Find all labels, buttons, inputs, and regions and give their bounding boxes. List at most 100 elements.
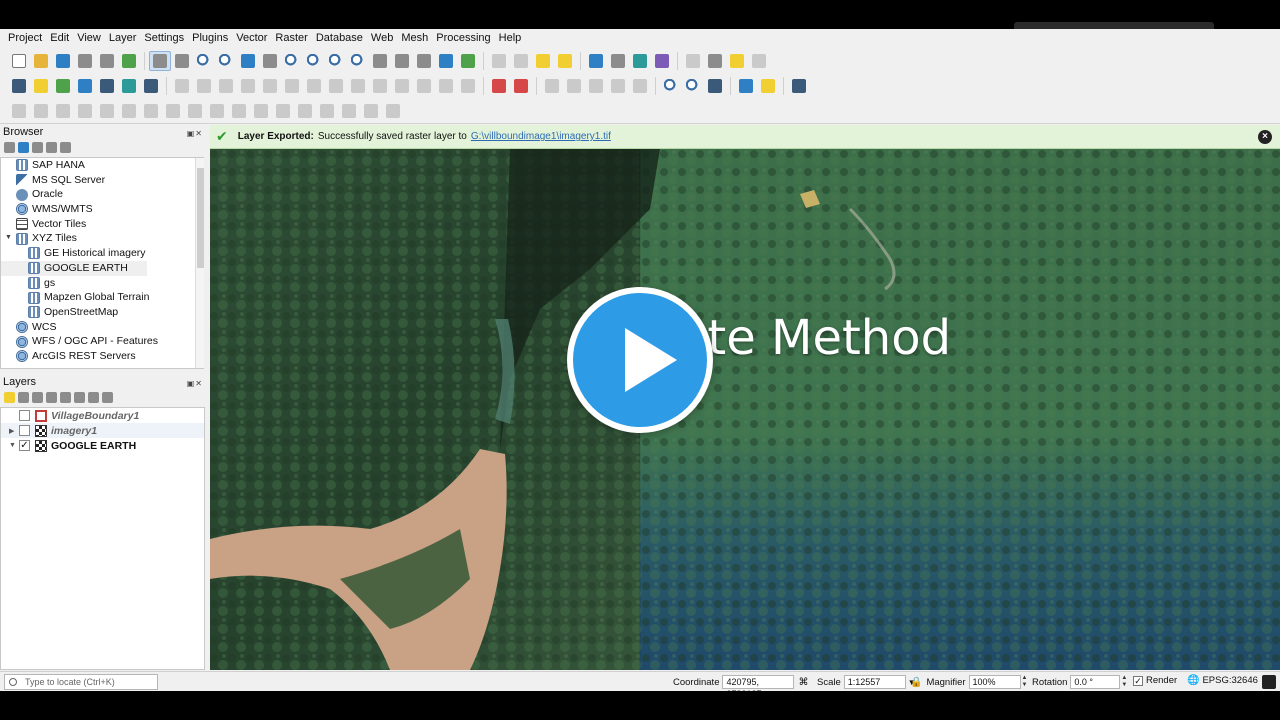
tb1-tool-0-icon[interactable] (8, 51, 30, 71)
tb1-tool-33-icon[interactable] (682, 51, 704, 71)
crs-label[interactable]: EPSG:32646 (1202, 675, 1257, 686)
tb2-tool-29-icon[interactable] (607, 76, 629, 96)
toggle-extents-icon[interactable]: ⌘ (798, 677, 808, 688)
tb1-tool-15-icon[interactable] (325, 51, 347, 71)
tb2-tool-9-icon[interactable] (193, 76, 215, 96)
tb2-tool-4-icon[interactable] (96, 76, 118, 96)
tb2-tool-28-icon[interactable] (585, 76, 607, 96)
chevron-down-icon[interactable]: ▼ (5, 231, 12, 246)
layer-row[interactable]: VillageBoundary1 (1, 408, 204, 423)
play-button[interactable] (567, 287, 713, 433)
coordinate-field[interactable]: 420795, 2783127 (722, 675, 795, 699)
tb1-tool-7-icon[interactable] (149, 51, 171, 71)
tb3-tool-5-icon[interactable] (118, 101, 140, 121)
tb1-tool-5-icon[interactable] (118, 51, 140, 71)
browser-item[interactable]: MS SQL Server (1, 173, 203, 188)
tb2-tool-19-icon[interactable] (413, 76, 435, 96)
layer-visibility-checkbox[interactable] (19, 425, 30, 436)
chevron-down-icon[interactable]: ▼ (9, 442, 19, 449)
browser-item[interactable]: GE Historical imagery (1, 246, 203, 261)
tb1-tool-34-icon[interactable] (704, 51, 726, 71)
tb1-tool-10-icon[interactable] (215, 51, 237, 71)
browser-item[interactable]: Mapzen Global Terrain (1, 290, 203, 305)
satellite-imagery[interactable] (210, 149, 1280, 670)
collapse-all-icon[interactable] (46, 141, 57, 153)
tb2-tool-36-icon[interactable] (735, 76, 757, 96)
tb2-tool-1-icon[interactable] (30, 76, 52, 96)
tb1-tool-3-icon[interactable] (74, 51, 96, 71)
chevron-right-icon[interactable]: ▶ (9, 427, 19, 435)
tb1-tool-35-icon[interactable] (726, 51, 748, 71)
style-icon[interactable] (4, 391, 15, 403)
tb2-tool-23-icon[interactable] (488, 76, 510, 96)
browser-item[interactable]: WCS (1, 320, 203, 335)
tb2-tool-12-icon[interactable] (259, 76, 281, 96)
tb3-tool-4-icon[interactable] (96, 101, 118, 121)
browser-item[interactable]: ArcGIS REST Servers (1, 349, 203, 364)
filter-icon[interactable] (32, 141, 43, 153)
tb1-tool-8-icon[interactable] (171, 51, 193, 71)
tb2-tool-15-icon[interactable] (325, 76, 347, 96)
tb2-tool-6-icon[interactable] (140, 76, 162, 96)
tb1-tool-23-icon[interactable] (488, 51, 510, 71)
menu-layer[interactable]: Layer (105, 29, 141, 48)
tb1-tool-26-icon[interactable] (554, 51, 576, 71)
tb1-tool-21-icon[interactable] (457, 51, 479, 71)
tb2-tool-20-icon[interactable] (435, 76, 457, 96)
message-log-icon[interactable] (1262, 675, 1276, 689)
tb1-tool-24-icon[interactable] (510, 51, 532, 71)
menu-plugins[interactable]: Plugins (188, 29, 232, 48)
magnifier-field[interactable]: 100% (968, 675, 1021, 689)
tb2-tool-11-icon[interactable] (237, 76, 259, 96)
tb3-tool-7-icon[interactable] (162, 101, 184, 121)
browser-scrollbar[interactable] (195, 158, 204, 368)
tb3-tool-6-icon[interactable] (140, 101, 162, 121)
menu-web[interactable]: Web (367, 29, 397, 48)
tb2-tool-8-icon[interactable] (171, 76, 193, 96)
menu-project[interactable]: Project (4, 29, 46, 48)
menu-vector[interactable]: Vector (232, 29, 271, 48)
tb1-tool-12-icon[interactable] (259, 51, 281, 71)
remove-layer-icon[interactable] (102, 391, 113, 403)
browser-item[interactable]: GOOGLE EARTH (1, 260, 147, 276)
filter-expression-icon[interactable] (60, 391, 71, 403)
panel-float-close-icon[interactable]: ▣✕ (187, 377, 203, 391)
tb3-tool-16-icon[interactable] (360, 101, 382, 121)
tb1-tool-13-icon[interactable] (281, 51, 303, 71)
message-file-link[interactable]: G:\villboundimage1\imagery1.tif (471, 131, 611, 142)
tb1-tool-16-icon[interactable] (347, 51, 369, 71)
close-icon[interactable]: × (1258, 130, 1272, 144)
panel-float-close-icon[interactable]: ▣✕ (187, 127, 203, 141)
tb2-tool-32-icon[interactable] (660, 76, 682, 96)
tb1-tool-18-icon[interactable] (391, 51, 413, 71)
layer-visibility-checkbox[interactable] (19, 410, 30, 421)
tb3-tool-9-icon[interactable] (206, 101, 228, 121)
tb2-tool-3-icon[interactable] (74, 76, 96, 96)
magnifier-spinner[interactable]: ▲ ▼ (1022, 675, 1030, 689)
tb3-tool-13-icon[interactable] (294, 101, 316, 121)
tb2-tool-17-icon[interactable] (369, 76, 391, 96)
tb3-tool-8-icon[interactable] (184, 101, 206, 121)
tb2-tool-33-icon[interactable] (682, 76, 704, 96)
tb2-tool-37-icon[interactable] (757, 76, 779, 96)
tb2-tool-5-icon[interactable] (118, 76, 140, 96)
tb1-tool-11-icon[interactable] (237, 51, 259, 71)
add-group-icon[interactable] (18, 391, 29, 403)
browser-item[interactable]: OpenStreetMap (1, 305, 203, 320)
tb1-tool-29-icon[interactable] (607, 51, 629, 71)
render-checkbox[interactable]: ✓ (1133, 675, 1143, 686)
tb1-tool-17-icon[interactable] (369, 51, 391, 71)
tb1-tool-28-icon[interactable] (585, 51, 607, 71)
rotation-field[interactable]: 0.0 ° (1070, 675, 1121, 689)
tb2-tool-30-icon[interactable] (629, 76, 651, 96)
tb2-tool-14-icon[interactable] (303, 76, 325, 96)
browser-item[interactable]: gs (1, 276, 203, 291)
menu-edit[interactable]: Edit (46, 29, 73, 48)
tb2-tool-39-icon[interactable] (788, 76, 810, 96)
tb3-tool-0-icon[interactable] (8, 101, 30, 121)
tb3-tool-15-icon[interactable] (338, 101, 360, 121)
tb1-tool-20-icon[interactable] (435, 51, 457, 71)
tb2-tool-24-icon[interactable] (510, 76, 532, 96)
tb3-tool-10-icon[interactable] (228, 101, 250, 121)
layer-visibility-checkbox[interactable]: ✓ (19, 440, 30, 451)
